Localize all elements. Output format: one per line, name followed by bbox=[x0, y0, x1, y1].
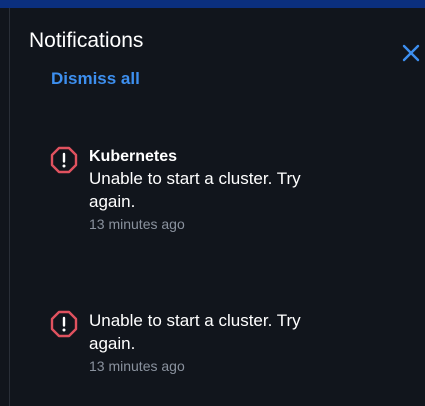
alert-octagon-icon bbox=[50, 146, 78, 174]
dismiss-all-button[interactable]: Dismiss all bbox=[51, 69, 140, 89]
notification-message: Unable to start a cluster. Try again. bbox=[89, 311, 301, 353]
notification-content: Kubernetes Unable to start a cluster. Tr… bbox=[89, 146, 349, 233]
notification-content: Unable to start a cluster. Try again. 13… bbox=[89, 310, 349, 375]
notification-message: Unable to start a cluster. Try again. bbox=[89, 169, 301, 211]
top-accent-bar bbox=[0, 0, 425, 8]
notifications-panel: Notifications Dismiss all Kubernetes Una… bbox=[10, 8, 425, 406]
notification-title: Kubernetes bbox=[89, 148, 178, 165]
panel-title: Notifications bbox=[29, 29, 144, 52]
notification-time: 13 minutes ago bbox=[89, 216, 185, 232]
close-icon[interactable] bbox=[399, 41, 423, 65]
notification-time: 13 minutes ago bbox=[89, 358, 185, 374]
alert-octagon-icon bbox=[50, 310, 78, 338]
